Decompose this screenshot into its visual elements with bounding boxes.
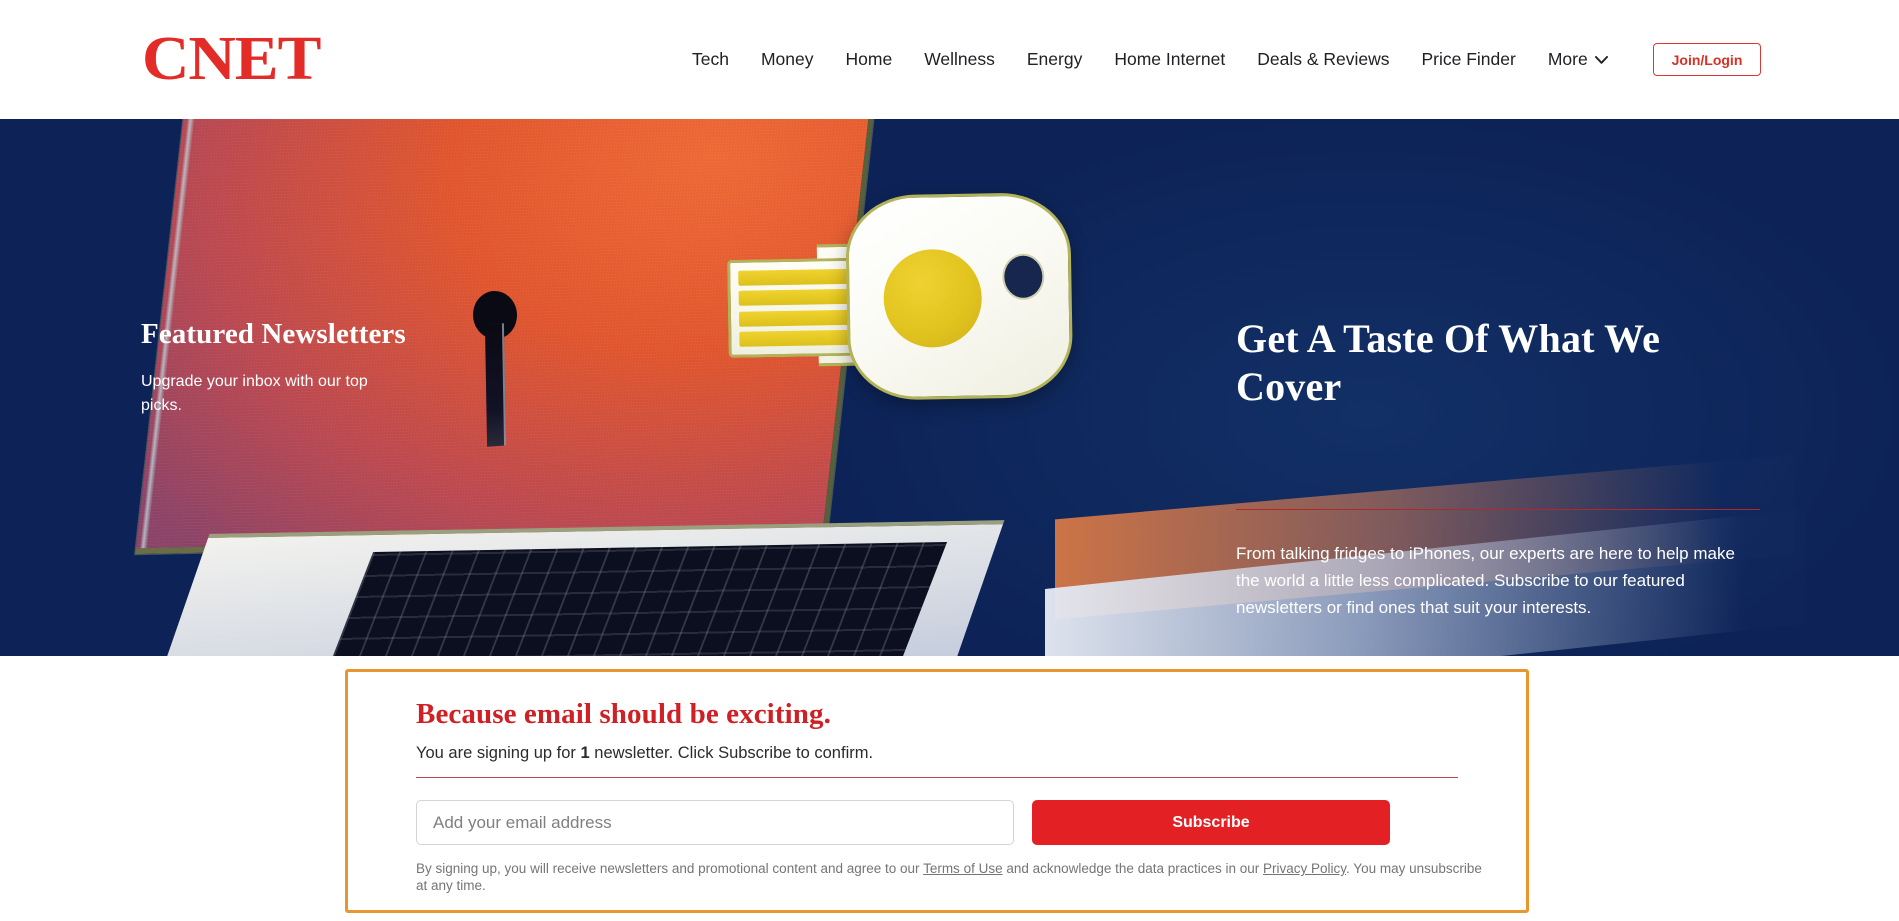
status-prefix: You are signing up for — [416, 744, 581, 762]
subscribe-legal-text: By signing up, you will receive newslett… — [416, 860, 1491, 894]
subscribe-button[interactable]: Subscribe — [1032, 800, 1390, 845]
key-button-icon — [882, 248, 983, 349]
nav-item-deals-reviews[interactable]: Deals & Reviews — [1241, 50, 1405, 69]
hero-copy-block: Get A Taste Of What We Cover From talkin… — [1236, 315, 1761, 621]
primary-navigation: Tech Money Home Wellness Energy Home Int… — [676, 0, 1624, 119]
keyhole-slot-icon — [484, 323, 507, 447]
nav-item-energy[interactable]: Energy — [1011, 50, 1098, 69]
hero-section: Featured Newsletters Upgrade your inbox … — [0, 119, 1899, 656]
key-hole-icon — [1001, 253, 1045, 301]
subscribe-card-divider — [416, 777, 1458, 778]
nav-item-home[interactable]: Home — [830, 50, 909, 69]
nav-item-money[interactable]: Money — [745, 50, 830, 69]
legal-part-1: By signing up, you will receive newslett… — [416, 861, 924, 876]
subscribe-status-text: You are signing up for 1 newsletter. Cli… — [416, 742, 1458, 764]
site-header: CNET Tech Money Home Wellness Energy Hom… — [0, 0, 1899, 119]
nav-item-home-internet[interactable]: Home Internet — [1098, 50, 1241, 69]
security-key-head — [844, 191, 1074, 401]
subscribe-section: Because email should be exciting. You ar… — [0, 656, 1899, 921]
legal-part-2: and acknowledge the data practices in ou… — [1002, 861, 1264, 876]
status-count: 1 — [580, 744, 590, 762]
security-key-icon — [720, 191, 1074, 438]
subscribe-card-title: Because email should be exciting. — [416, 698, 831, 730]
subscribe-card: Because email should be exciting. You ar… — [345, 669, 1529, 913]
join-login-button[interactable]: Join/Login — [1653, 43, 1761, 76]
hero-divider — [1236, 509, 1760, 510]
nav-item-more[interactable]: More — [1532, 49, 1624, 70]
cnet-logo[interactable]: CNET — [142, 28, 321, 90]
hero-body-text: From talking fridges to iPhones, our exp… — [1236, 544, 1735, 617]
hero-eyebrow-subtitle: Upgrade your inbox with our top picks. — [141, 373, 368, 414]
nav-more-label: More — [1547, 49, 1588, 69]
nav-item-tech[interactable]: Tech — [676, 50, 745, 69]
nav-item-wellness[interactable]: Wellness — [908, 50, 1011, 69]
subscribe-form: Subscribe — [416, 800, 1458, 845]
privacy-policy-link[interactable]: Privacy Policy — [1263, 861, 1346, 876]
terms-of-use-link[interactable]: Terms of Use — [923, 861, 1003, 876]
status-suffix: newsletter. Click Subscribe to confirm. — [589, 744, 874, 762]
nav-item-price-finder[interactable]: Price Finder — [1406, 50, 1532, 69]
email-input[interactable] — [416, 800, 1014, 845]
chevron-down-icon — [1594, 55, 1608, 64]
hero-eyebrow-title: Featured Newsletters — [141, 318, 406, 350]
laptop-keyboard — [322, 542, 948, 656]
hero-eyebrow-block: Featured Newsletters Upgrade your inbox … — [141, 317, 406, 418]
hero-headline: Get A Taste Of What We Cover — [1236, 316, 1661, 409]
